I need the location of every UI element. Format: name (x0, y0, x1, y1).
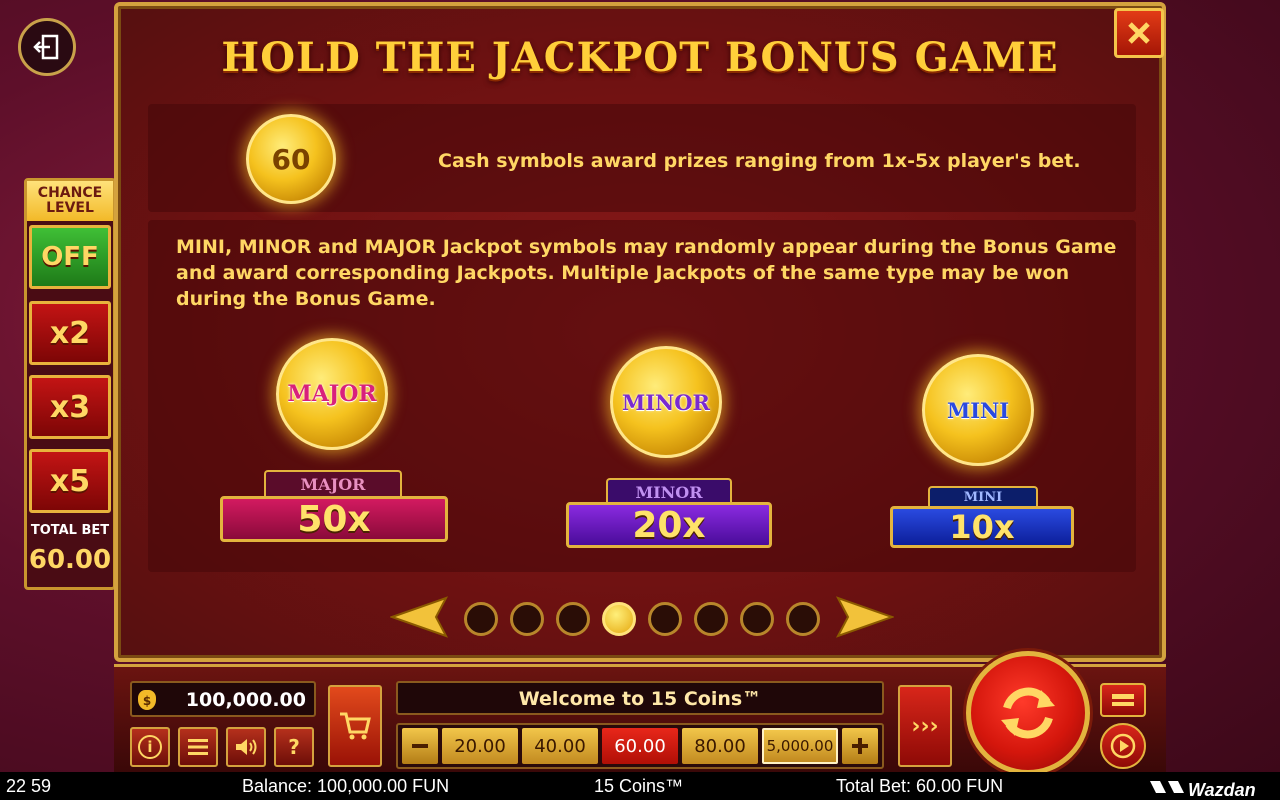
wazdan-logo-icon (1150, 781, 1184, 794)
autoplay-button[interactable] (1100, 723, 1146, 769)
minus-icon (412, 744, 428, 748)
minor-coin-icon: MINOR (610, 346, 722, 458)
info-icon: i (138, 735, 162, 759)
exit-icon (33, 34, 59, 60)
help-button[interactable]: ? (274, 727, 314, 767)
play-icon (1110, 733, 1136, 759)
jackpot-info: MINI, MINOR and MAJOR Jackpot symbols ma… (148, 220, 1136, 572)
chance-x3-button[interactable]: x3 (29, 375, 111, 439)
mini-multiplier: 10x (890, 506, 1074, 548)
buy-feature-button[interactable] (328, 685, 382, 767)
brand-logo: Wazdan (1150, 776, 1256, 800)
minor-multiplier: 20x (566, 502, 772, 548)
page-dot-5[interactable] (648, 602, 682, 636)
major-coin-icon: MAJOR (276, 338, 388, 450)
major-tab: MAJOR (264, 470, 402, 496)
total-bet-label: TOTAL BET (30, 523, 110, 538)
chance-x2-button[interactable]: x2 (29, 301, 111, 365)
message-display: Welcome to 15 Coins™ (396, 681, 884, 715)
major-coin-label: MAJOR (287, 381, 377, 407)
bet-option-2[interactable]: 40.00 (522, 728, 598, 764)
modal-title: HOLD THE JACKPOT BONUS GAME (221, 34, 1059, 81)
bet-option-5[interactable]: 5,000.00 (762, 728, 838, 764)
speaker-icon (236, 739, 257, 755)
bet-decrease-button[interactable] (402, 728, 438, 764)
bet-option-1[interactable]: 20.00 (442, 728, 518, 764)
arrow-right-icon (835, 596, 896, 638)
cart-icon (340, 712, 371, 740)
cash-description: Cash symbols award prizes ranging from 1… (438, 150, 1081, 172)
close-icon (1128, 22, 1150, 44)
status-bar: 22 59 Balance: 100,000.00 FUN 15 Coins™ … (0, 772, 1280, 800)
exit-button[interactable] (18, 18, 76, 76)
chance-level-panel: CHANCE LEVEL OFF x2 x3 x5 TOTAL BET 60.0… (24, 178, 116, 590)
page-dot-8[interactable] (786, 602, 820, 636)
bet-selector: 20.00 40.00 60.00 80.00 5,000.00 (396, 723, 884, 769)
menu-button[interactable] (178, 727, 218, 767)
settings-icon (1112, 694, 1134, 706)
balance-value: 100,000.00 (185, 689, 306, 711)
major-multiplier: 50x (220, 496, 448, 542)
status-balance: Balance: 100,000.00 FUN (242, 776, 450, 796)
clock: 22 59 (6, 776, 52, 796)
minor-coin-label: MINOR (621, 389, 710, 415)
brand-name: Wazdan (1188, 780, 1256, 800)
help-icon: ? (288, 735, 300, 759)
sound-button[interactable] (226, 727, 266, 767)
cash-symbol-info: 60 Cash symbols award prizes ranging fro… (148, 104, 1136, 212)
arrow-left-icon (388, 596, 449, 638)
cash-coin-icon: 60 (246, 114, 336, 204)
chance-title-line2: LEVEL (46, 200, 94, 216)
mini-tab: MINI (928, 486, 1038, 506)
close-button[interactable] (1114, 8, 1164, 58)
paytable-modal: HOLD THE JACKPOT BONUS GAME 60 Cash symb… (114, 2, 1166, 662)
turbo-button[interactable]: ››› (898, 685, 952, 767)
mini-coin-label: MINI (946, 397, 1010, 423)
chance-title-line1: CHANCE (37, 185, 103, 201)
status-total-bet: Total Bet: 60.00 FUN (836, 776, 1004, 796)
cash-coin-value: 60 (271, 142, 311, 176)
page-dot-7[interactable] (740, 602, 774, 636)
chance-level-title: CHANCE LEVEL (27, 181, 113, 221)
chance-off-button[interactable]: OFF (29, 225, 111, 289)
page-dot-3[interactable] (556, 602, 590, 636)
mini-coin-icon: MINI (922, 354, 1034, 466)
info-button[interactable]: i (130, 727, 170, 767)
control-bar: $ 100,000.00 i ? Welcome to 15 Coins™ 20… (114, 651, 1166, 775)
minor-tab: MINOR (606, 478, 732, 504)
status-game-name: 15 Coins™ (594, 776, 684, 796)
page-dot-4-active[interactable] (602, 602, 636, 636)
bet-option-3-selected[interactable]: 60.00 (602, 728, 678, 764)
menu-icon (188, 739, 208, 755)
page-dot-1[interactable] (464, 602, 498, 636)
chance-x5-button[interactable]: x5 (29, 449, 111, 513)
spin-arrows-icon (1001, 687, 1055, 739)
prev-page-button[interactable] (388, 596, 449, 638)
page-dot-2[interactable] (510, 602, 544, 636)
spin-button[interactable] (966, 651, 1090, 775)
page-dot-6[interactable] (694, 602, 728, 636)
bet-option-4[interactable]: 80.00 (682, 728, 758, 764)
jackpot-description: MINI, MINOR and MAJOR Jackpot symbols ma… (176, 236, 1117, 310)
turbo-icon: ››› (911, 713, 939, 739)
bet-increase-button[interactable] (842, 728, 878, 764)
plus-icon (852, 738, 868, 754)
balance-display: $ 100,000.00 (130, 681, 316, 717)
welcome-message: Welcome to 15 Coins™ (518, 688, 762, 710)
money-bag-icon: $ (138, 690, 156, 710)
next-page-button[interactable] (835, 596, 896, 638)
settings-button[interactable] (1100, 683, 1146, 717)
total-bet-value: 60.00 (28, 545, 112, 575)
